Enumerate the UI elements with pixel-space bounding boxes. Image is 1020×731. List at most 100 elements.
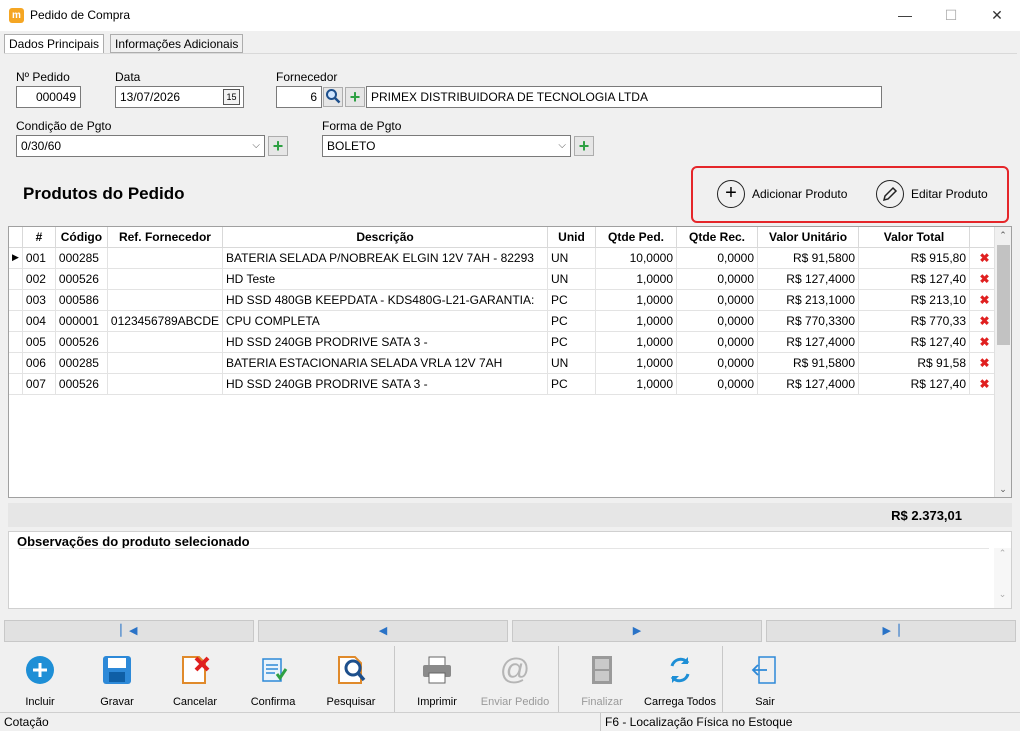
table-cell[interactable]: R$ 770,3300 [757, 310, 860, 332]
sair-button[interactable]: Sair [728, 650, 802, 714]
prev-record-button[interactable]: ◀ [258, 620, 508, 642]
col-header[interactable]: Código [55, 227, 108, 248]
table-cell[interactable]: BATERIA ESTACIONARIA SELADA VRLA 12V 7AH [222, 352, 549, 374]
add-condicao-button[interactable]: + [268, 136, 288, 156]
table-cell[interactable]: HD SSD 240GB PRODRIVE SATA 3 - [222, 331, 549, 353]
table-cell[interactable]: 1,0000 [595, 268, 678, 290]
table-cell[interactable]: 1,0000 [595, 289, 678, 311]
enviar-pedido-button[interactable]: @ Enviar Pedido [478, 650, 552, 714]
forma-select[interactable]: BOLETO ⌵ [322, 135, 571, 157]
scroll-up-icon[interactable]: ⌃ [995, 227, 1011, 243]
table-row[interactable]: 006 000285 BATERIA ESTACIONARIA SELADA VRL… [9, 352, 1001, 374]
table-cell[interactable]: R$ 91,5800 [757, 352, 860, 374]
table-cell[interactable]: R$ 770,33 [858, 310, 971, 332]
pedido-field[interactable]: 000049 [16, 86, 81, 108]
last-record-button[interactable]: ▶▕ [766, 620, 1016, 642]
table-cell[interactable]: 0,0000 [676, 331, 759, 353]
col-header[interactable]: Descrição [222, 227, 549, 248]
table-cell[interactable]: 005 [22, 331, 56, 353]
carrega-todos-button[interactable]: Carrega Todos [643, 650, 717, 714]
table-cell[interactable]: R$ 91,58 [858, 352, 971, 374]
col-header[interactable]: Qtde Ped. [595, 227, 678, 248]
table-cell[interactable]: 0,0000 [676, 310, 759, 332]
table-cell[interactable]: HD SSD 480GB KEEPDATA - KDS480G-L21-GARA… [222, 289, 549, 311]
minimize-button[interactable]: — [882, 0, 928, 31]
condicao-select[interactable]: 0/30/60 ⌵ [16, 135, 265, 157]
table-cell[interactable]: CPU COMPLETA [222, 310, 549, 332]
table-cell[interactable]: 000586 [55, 289, 108, 311]
fornecedor-code-field[interactable]: 6 [276, 86, 322, 108]
table-cell[interactable]: 1,0000 [595, 373, 678, 395]
table-cell[interactable]: R$ 127,40 [858, 331, 971, 353]
table-cell[interactable]: 0,0000 [676, 247, 759, 269]
finalizar-button[interactable]: Finalizar [565, 650, 639, 714]
edit-product-button[interactable]: Editar Produto [876, 180, 988, 208]
calendar-icon[interactable]: 15 [223, 89, 240, 105]
table-row[interactable]: 005 000526 HD SSD 240GB PRODRIVE SATA 3 -P… [9, 331, 1001, 353]
imprimir-button[interactable]: Imprimir [400, 650, 474, 714]
table-cell[interactable]: R$ 915,80 [858, 247, 971, 269]
col-header[interactable]: Unid [547, 227, 597, 248]
observations-scrollbar[interactable]: ⌃ ⌄ [994, 548, 1011, 608]
scroll-down-icon[interactable]: ⌄ [995, 481, 1011, 497]
table-cell[interactable]: 10,0000 [595, 247, 678, 269]
table-cell[interactable]: 002 [22, 268, 56, 290]
col-header[interactable]: Qtde Rec. [676, 227, 759, 248]
tab-informacoes-adicionais[interactable]: Informações Adicionais [110, 34, 244, 53]
table-cell[interactable] [107, 268, 224, 290]
col-header[interactable]: Ref. Fornecedor [107, 227, 224, 248]
table-cell[interactable] [107, 331, 224, 353]
date-field[interactable]: 13/07/2026 15 [115, 86, 244, 108]
table-row[interactable]: 007 000526 HD SSD 240GB PRODRIVE SATA 3 -P… [9, 373, 1001, 395]
search-fornecedor-button[interactable] [323, 87, 343, 107]
col-header[interactable]: # [22, 227, 56, 248]
table-cell[interactable] [107, 373, 224, 395]
table-cell[interactable] [107, 289, 224, 311]
table-cell[interactable]: R$ 127,40 [858, 373, 971, 395]
table-row[interactable]: 002 000526 HD Teste UN 1,0000 0,0000 R$ 127,40… [9, 268, 1001, 290]
table-cell[interactable]: 0,0000 [676, 268, 759, 290]
table-cell[interactable]: 000001 [55, 310, 108, 332]
table-cell[interactable]: HD Teste [222, 268, 549, 290]
table-cell[interactable]: R$ 91,5800 [757, 247, 860, 269]
col-header[interactable]: Valor Unitário [757, 227, 860, 248]
tab-dados-principais[interactable]: Dados Principais [4, 34, 105, 54]
table-cell[interactable]: 1,0000 [595, 310, 678, 332]
table-cell[interactable]: 000285 [55, 352, 108, 374]
table-cell[interactable]: PC [547, 331, 597, 353]
table-cell[interactable] [107, 352, 224, 374]
maximize-button[interactable]: ☐ [928, 0, 974, 31]
table-cell[interactable]: HD SSD 240GB PRODRIVE SATA 3 - [222, 373, 549, 395]
table-cell[interactable]: 1,0000 [595, 331, 678, 353]
scroll-thumb[interactable] [997, 245, 1010, 345]
first-record-button[interactable]: ▏◀ [4, 620, 254, 642]
close-button[interactable]: ✕ [974, 0, 1020, 31]
next-record-button[interactable]: ▶ [512, 620, 762, 642]
table-cell[interactable]: R$ 127,4000 [757, 331, 860, 353]
table-cell[interactable]: 007 [22, 373, 56, 395]
gravar-button[interactable]: Gravar [80, 650, 154, 714]
add-fornecedor-button[interactable]: + [345, 87, 365, 107]
table-cell[interactable]: 0,0000 [676, 289, 759, 311]
table-cell[interactable] [107, 247, 224, 269]
products-grid[interactable]: # Código Ref. Fornecedor Descrição Unid … [8, 226, 1012, 498]
table-cell[interactable]: 0,0000 [676, 352, 759, 374]
table-cell[interactable]: 000526 [55, 268, 108, 290]
table-cell[interactable]: PC [547, 373, 597, 395]
table-cell[interactable]: 003 [22, 289, 56, 311]
incluir-button[interactable]: Incluir [3, 650, 77, 714]
grid-scrollbar[interactable]: ⌃ ⌄ [994, 227, 1011, 497]
table-cell[interactable]: R$ 213,1000 [757, 289, 860, 311]
add-product-button[interactable]: + Adicionar Produto [717, 180, 847, 208]
table-cell[interactable]: 0123456789ABCDE [107, 310, 224, 332]
table-cell[interactable]: UN [547, 352, 597, 374]
add-forma-button[interactable]: + [574, 136, 594, 156]
table-cell[interactable]: R$ 127,40 [858, 268, 971, 290]
table-cell[interactable]: R$ 127,4000 [757, 373, 860, 395]
table-cell[interactable]: PC [547, 289, 597, 311]
fornecedor-name-field[interactable]: PRIMEX DISTRIBUIDORA DE TECNOLOGIA LTDA [366, 86, 882, 108]
table-cell[interactable]: UN [547, 268, 597, 290]
table-cell[interactable]: 0,0000 [676, 373, 759, 395]
table-cell[interactable]: PC [547, 310, 597, 332]
table-cell[interactable]: 000526 [55, 373, 108, 395]
